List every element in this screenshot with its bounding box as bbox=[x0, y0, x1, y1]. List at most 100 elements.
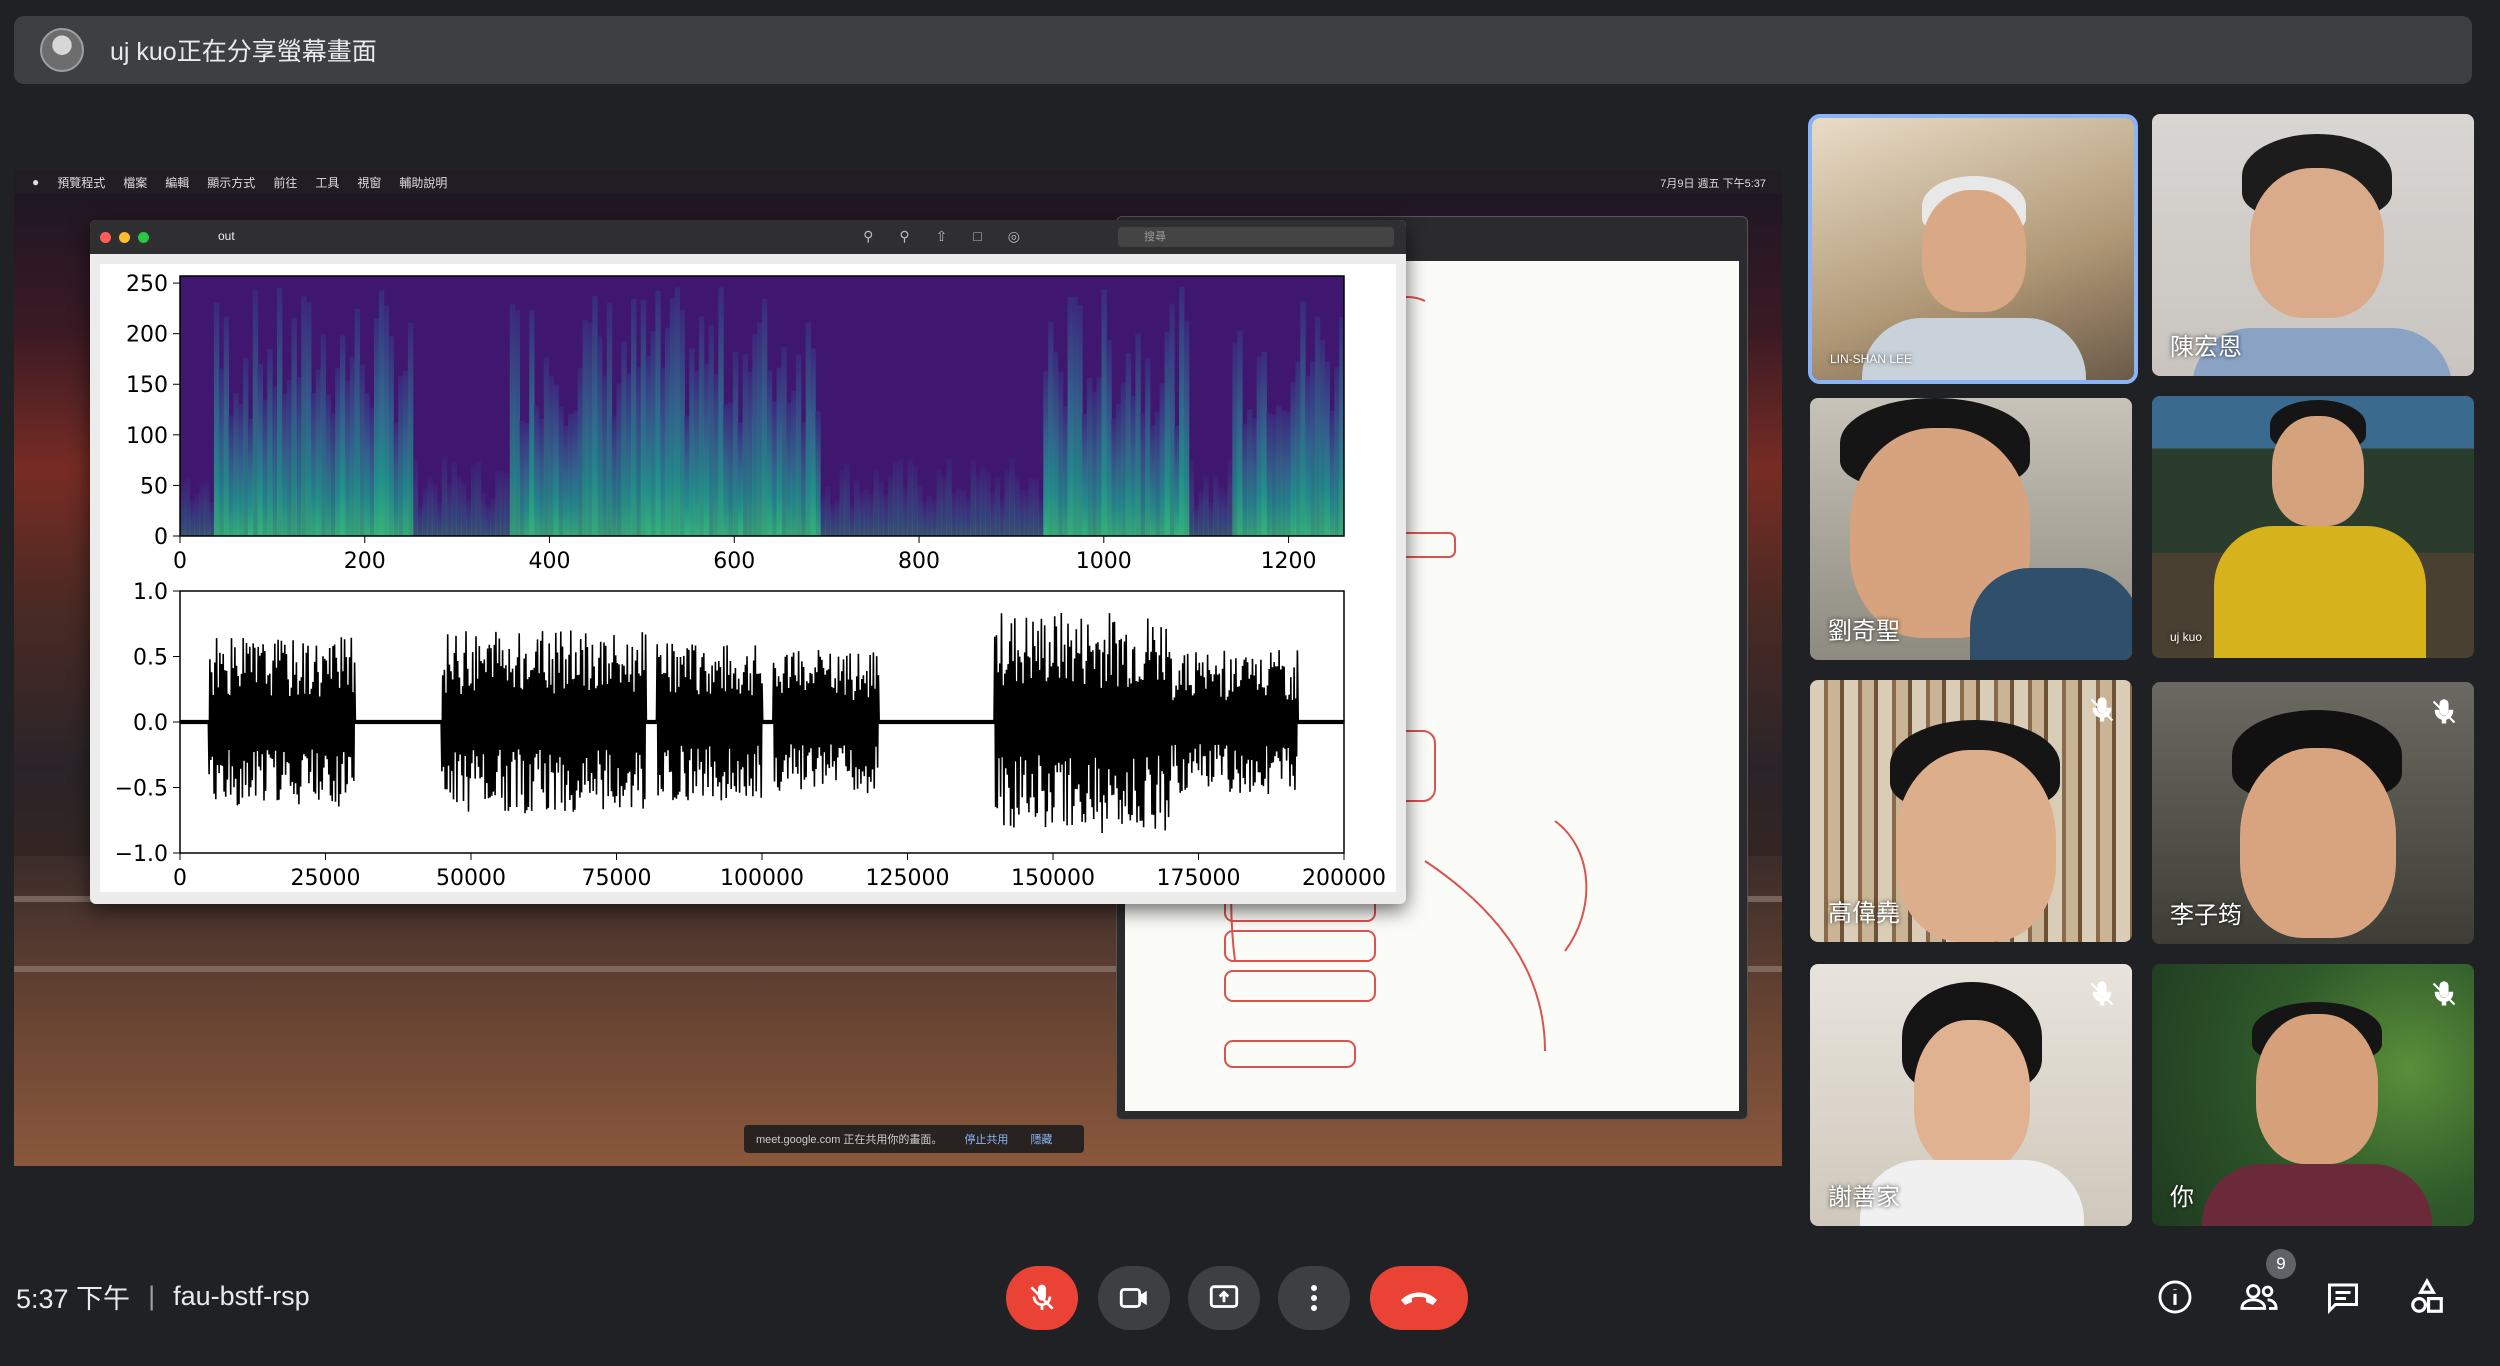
spectrogram-column bbox=[859, 492, 865, 536]
spectrogram-column bbox=[776, 367, 782, 536]
spectrogram-column bbox=[272, 386, 278, 536]
window-search-input[interactable]: 搜尋 bbox=[1118, 227, 1394, 247]
chat-button[interactable] bbox=[2318, 1272, 2368, 1322]
zoom-window-button[interactable] bbox=[138, 231, 149, 243]
chat-icon bbox=[2328, 1283, 2358, 1315]
spectrogram-column bbox=[888, 474, 894, 536]
spectrogram-column bbox=[674, 287, 681, 536]
minimize-window-button[interactable] bbox=[119, 231, 130, 243]
spectrogram-column bbox=[1038, 499, 1044, 536]
spectrogram-column bbox=[757, 322, 763, 536]
spectrogram-column bbox=[771, 401, 778, 536]
spectrogram-column bbox=[262, 399, 268, 536]
stop-sharing-button[interactable]: 停止共用 bbox=[964, 1131, 1008, 1147]
x-tick-label: 100000 bbox=[720, 866, 804, 891]
window-titlebar[interactable]: out ⚲⚲⇧□◎ 搜尋 bbox=[90, 220, 1406, 254]
spectrogram-column bbox=[698, 316, 705, 536]
participant-tile-uj-kuo[interactable]: uj kuo bbox=[2152, 396, 2474, 658]
x-tick-label: 175000 bbox=[1157, 866, 1241, 891]
participant-tile-lin-shan-lee[interactable]: LIN-SHAN LEE bbox=[1808, 114, 2138, 384]
leave-call-button[interactable] bbox=[1370, 1266, 1468, 1330]
menu-help: 輔助說明 bbox=[399, 175, 448, 190]
spectrogram-column bbox=[223, 316, 229, 536]
close-window-button[interactable] bbox=[100, 231, 111, 243]
meeting-code: fau-bstf-rsp bbox=[173, 1281, 310, 1311]
spectrogram-column bbox=[577, 367, 584, 536]
spectrogram-column bbox=[917, 485, 923, 536]
spectrogram-column bbox=[878, 481, 884, 536]
spectrogram-column bbox=[892, 461, 899, 536]
spectrogram-column bbox=[1217, 487, 1224, 536]
spectrogram-column bbox=[621, 341, 627, 536]
x-tick-label: 600 bbox=[713, 549, 755, 574]
spectrogram-column bbox=[509, 304, 516, 536]
mac-menubar: ● 預覽程式 檔案 編輯 顯示方式 前往 工具 視窗 輔助說明 7月9日 週五 … bbox=[14, 170, 1782, 194]
spectrogram-column bbox=[626, 373, 632, 536]
spectrogram-column bbox=[1116, 404, 1122, 536]
camera-toggle-button[interactable] bbox=[1098, 1266, 1170, 1330]
participant-name: 謝善家 bbox=[1828, 1184, 1900, 1211]
present-screen-button[interactable] bbox=[1188, 1266, 1260, 1330]
spectrogram-column bbox=[1159, 383, 1166, 536]
spectrogram-column bbox=[956, 488, 962, 536]
spectrogram-column bbox=[267, 348, 273, 536]
spectrogram-column bbox=[1334, 367, 1340, 536]
spectrogram-column bbox=[936, 469, 942, 536]
apple-icon: ● bbox=[32, 175, 40, 189]
spectrogram-column bbox=[655, 290, 661, 536]
spectrogram-column bbox=[277, 288, 283, 536]
y-tick-label: 100 bbox=[126, 424, 168, 449]
spectrogram-column bbox=[1067, 296, 1073, 536]
more-options-button[interactable] bbox=[1278, 1266, 1350, 1330]
participant-tile-2[interactable]: 陳宏恩 bbox=[2152, 114, 2474, 376]
muted-mic-icon bbox=[2090, 981, 2114, 1006]
spectrogram-column bbox=[985, 470, 991, 536]
menu-preview: 預覽程式 bbox=[57, 175, 106, 190]
participant-tile-7[interactable]: 謝善家 bbox=[1810, 964, 2132, 1226]
menu-edit: 編輯 bbox=[165, 175, 190, 190]
spectrogram-column bbox=[1096, 376, 1102, 536]
show-everyone-button[interactable] bbox=[2234, 1272, 2284, 1322]
participant-tile-5[interactable]: 高偉堯 bbox=[1810, 680, 2132, 942]
presentation-banner: uj kuo正在分享螢幕畫面 bbox=[14, 16, 2472, 84]
waveform-x-ticks: 0 25000 50000 75000 100000 125000 150000 175000… bbox=[173, 853, 1386, 891]
mic-toggle-button[interactable] bbox=[1006, 1266, 1078, 1330]
preview-window[interactable]: out ⚲⚲⇧□◎ 搜尋 020040060080010001200 bbox=[90, 220, 1406, 904]
x-tick-label: 150000 bbox=[1011, 866, 1095, 891]
people-icon bbox=[2240, 1284, 2278, 1310]
x-tick-label: 400 bbox=[529, 549, 571, 574]
spectrogram-column bbox=[1300, 301, 1306, 536]
participant-tile-you[interactable]: 你 bbox=[2152, 964, 2474, 1226]
spectrogram-column bbox=[1319, 339, 1326, 536]
spectrogram-column bbox=[1247, 408, 1253, 536]
spectrogram-column bbox=[301, 296, 307, 536]
x-tick-label: 75000 bbox=[582, 866, 652, 891]
spectrogram-column bbox=[829, 504, 836, 536]
spectrogram-column bbox=[1295, 361, 1301, 536]
spectrogram-column bbox=[388, 336, 394, 536]
separator: | bbox=[148, 1281, 156, 1311]
spectrogram-column bbox=[247, 418, 254, 536]
participant-tile-3[interactable]: 劉奇聖 bbox=[1810, 398, 2132, 660]
spectrogram-column bbox=[1169, 303, 1175, 536]
participant-tile-6[interactable]: 李子筠 bbox=[2152, 682, 2474, 944]
spectrogram-column bbox=[538, 418, 545, 536]
spectrogram-column bbox=[1091, 391, 1098, 536]
activities-button[interactable] bbox=[2402, 1272, 2452, 1322]
participant-face bbox=[2272, 416, 2364, 526]
spectrogram-column bbox=[1062, 406, 1069, 536]
spectrogram-column bbox=[999, 499, 1005, 536]
spectrogram-column bbox=[810, 348, 816, 536]
toolbar-icons[interactable]: ⚲⚲⇧□◎ bbox=[863, 228, 1046, 245]
participant-shirt bbox=[1970, 568, 2132, 660]
x-tick-label: 25000 bbox=[291, 866, 361, 891]
spectrogram-column bbox=[718, 287, 724, 536]
spectrogram-column bbox=[592, 295, 598, 536]
x-tick-label: 1200 bbox=[1261, 549, 1317, 574]
spectrogram-column bbox=[786, 403, 792, 536]
meeting-details-button[interactable] bbox=[2150, 1272, 2200, 1322]
spectrogram-x-ticks: 0 200 400 600 800 1000 1200 bbox=[173, 536, 1317, 574]
hide-notice-button[interactable]: 隱藏 bbox=[1030, 1131, 1052, 1147]
spectrogram-column bbox=[728, 402, 734, 536]
spectrogram-column bbox=[805, 322, 811, 536]
